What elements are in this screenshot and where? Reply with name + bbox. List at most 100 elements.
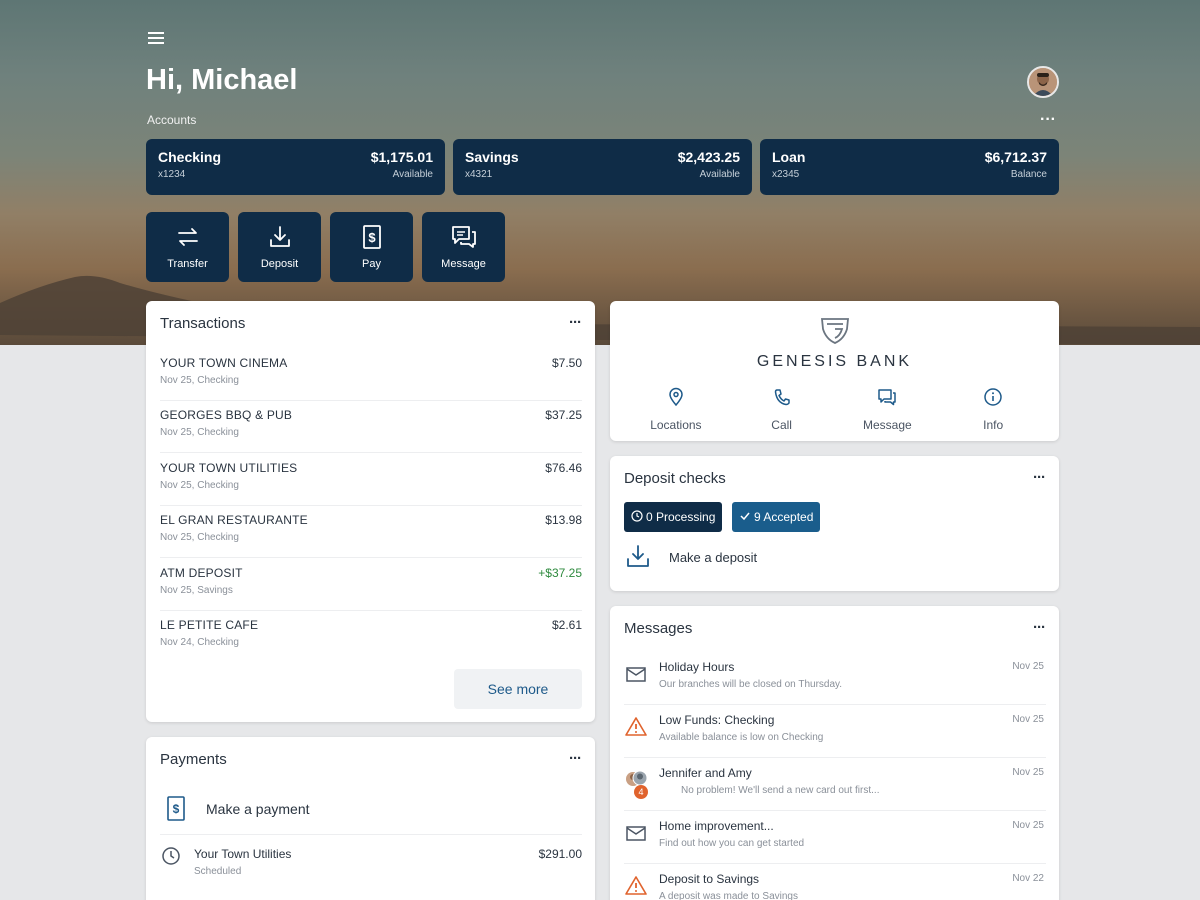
transaction-meta: Nov 25, Checking bbox=[160, 532, 239, 543]
processing-badge[interactable]: 0 Processing bbox=[624, 502, 723, 533]
message-button[interactable]: Message bbox=[422, 212, 505, 282]
transaction-name: ATM DEPOSIT bbox=[160, 566, 243, 580]
pay-button[interactable]: $ Pay bbox=[330, 212, 413, 282]
transaction-amount: $76.46 bbox=[545, 461, 582, 475]
envelope-icon bbox=[626, 826, 646, 841]
warning-icon bbox=[625, 876, 647, 895]
account-amount: $1,175.01 bbox=[370, 149, 433, 165]
transactions-title: Transactions bbox=[160, 315, 246, 332]
transaction-amount: $7.50 bbox=[551, 356, 582, 370]
message-date: Nov 25 bbox=[1012, 767, 1044, 778]
check-icon bbox=[739, 503, 751, 533]
transaction-name: LE PETITE CAFE bbox=[160, 618, 259, 632]
payments-more-icon[interactable]: ··· bbox=[569, 750, 582, 767]
message-row[interactable]: 4 Jennifer and Amy No problem! We'll sen… bbox=[624, 758, 1046, 811]
payment-name: Your Town Utilities bbox=[194, 847, 292, 861]
transaction-meta: Nov 25, Checking bbox=[160, 427, 239, 438]
account-card-loan[interactable]: Loan x2345 $6,712.37 Balance bbox=[760, 139, 1059, 195]
profile-avatar[interactable] bbox=[1027, 66, 1059, 98]
transaction-name: GEORGES BBQ & PUB bbox=[160, 408, 293, 422]
transactions-more-icon[interactable]: ··· bbox=[569, 314, 582, 331]
account-amount: $6,712.37 bbox=[984, 149, 1047, 165]
account-amount: $2,423.25 bbox=[677, 149, 740, 165]
payments-title: Payments bbox=[160, 751, 227, 768]
pay-icon: $ bbox=[362, 225, 381, 249]
message-date: Nov 22 bbox=[1012, 873, 1044, 884]
processing-label: 0 Processing bbox=[646, 510, 716, 524]
hamburger-menu-icon[interactable] bbox=[148, 30, 164, 46]
account-card-savings[interactable]: Savings x4321 $2,423.25 Available bbox=[453, 139, 752, 195]
message-date: Nov 25 bbox=[1012, 714, 1044, 725]
svg-text:$: $ bbox=[173, 802, 180, 816]
transaction-row[interactable]: YOUR TOWN UTILITIES Nov 25, Checking $76… bbox=[160, 454, 582, 506]
message-title: Home improvement... bbox=[659, 819, 774, 833]
info-icon bbox=[984, 388, 1002, 406]
clock-icon bbox=[631, 503, 643, 533]
messages-card: Messages ··· Holiday Hours Our branches … bbox=[610, 606, 1059, 900]
transaction-row[interactable]: GEORGES BBQ & PUB Nov 25, Checking $37.2… bbox=[160, 401, 582, 453]
message-row[interactable]: Low Funds: Checking Available balance is… bbox=[624, 705, 1046, 758]
transaction-amount: $13.98 bbox=[545, 513, 582, 527]
transaction-row[interactable]: LE PETITE CAFE Nov 24, Checking $2.61 bbox=[160, 611, 582, 663]
message-row[interactable]: Home improvement... Find out how you can… bbox=[624, 811, 1046, 864]
see-more-button[interactable]: See more bbox=[454, 669, 582, 709]
accepted-label: 9 Accepted bbox=[754, 510, 814, 524]
account-amount-label: Balance bbox=[1010, 169, 1047, 180]
transaction-amount: $2.61 bbox=[551, 618, 582, 632]
message-link[interactable]: Message bbox=[842, 387, 932, 432]
transaction-name: YOUR TOWN UTILITIES bbox=[160, 461, 298, 475]
messages-more-icon[interactable]: ··· bbox=[1033, 619, 1046, 636]
transfer-button[interactable]: Transfer bbox=[146, 212, 229, 282]
account-amount-label: Available bbox=[392, 169, 433, 180]
message-date: Nov 25 bbox=[1012, 820, 1044, 831]
accounts-label: Accounts bbox=[147, 113, 197, 127]
account-number: x2345 bbox=[772, 169, 800, 180]
accepted-badge[interactable]: 9 Accepted bbox=[732, 502, 821, 533]
deposit-icon bbox=[269, 226, 290, 247]
deposit-label: Deposit bbox=[260, 258, 299, 270]
account-amount-label: Available bbox=[699, 169, 740, 180]
info-link[interactable]: Info bbox=[948, 387, 1038, 432]
locations-link[interactable]: Locations bbox=[631, 387, 721, 432]
message-label: Message bbox=[863, 418, 912, 432]
call-label: Call bbox=[771, 418, 792, 432]
account-card-checking[interactable]: Checking x1234 $1,175.01 Available bbox=[146, 139, 445, 195]
make-deposit-row[interactable]: Make a deposit bbox=[624, 544, 1046, 574]
deposit-checks-more-icon[interactable]: ··· bbox=[1033, 469, 1046, 486]
transaction-row[interactable]: ATM DEPOSIT Nov 25, Savings +$37.25 bbox=[160, 559, 582, 611]
envelope-icon bbox=[626, 667, 646, 682]
message-title: Low Funds: Checking bbox=[659, 713, 775, 727]
unread-count-badge: 4 bbox=[634, 785, 648, 799]
chat-icon bbox=[878, 389, 897, 406]
deposit-icon bbox=[627, 545, 649, 567]
call-link[interactable]: Call bbox=[737, 387, 827, 432]
transaction-name: YOUR TOWN CINEMA bbox=[160, 356, 288, 370]
deposit-checks-card: Deposit checks ··· 0 Processing 9 Accept… bbox=[610, 456, 1059, 591]
transaction-name: EL GRAN RESTAURANTE bbox=[160, 513, 308, 527]
accounts-more-icon[interactable]: ··· bbox=[1040, 111, 1056, 129]
bank-links: Locations Call Message Info bbox=[610, 387, 1059, 432]
bank-name: GENESIS BANK bbox=[756, 353, 913, 370]
message-row[interactable]: Deposit to Savings A deposit was made to… bbox=[624, 864, 1046, 900]
greeting-title: Hi, Michael bbox=[146, 64, 298, 96]
message-preview: No problem! We'll send a new card out fi… bbox=[681, 785, 880, 796]
clock-icon bbox=[162, 847, 180, 865]
bank-logo-icon bbox=[610, 317, 1059, 350]
transaction-meta: Nov 25, Savings bbox=[160, 585, 233, 596]
locations-label: Locations bbox=[650, 418, 702, 432]
transaction-meta: Nov 25, Checking bbox=[160, 480, 239, 491]
message-preview: Available balance is low on Checking bbox=[659, 732, 824, 743]
transaction-row[interactable]: EL GRAN RESTAURANTE Nov 25, Checking $13… bbox=[160, 506, 582, 558]
pay-label: Pay bbox=[362, 258, 381, 270]
transaction-row[interactable]: YOUR TOWN CINEMA Nov 25, Checking $7.50 bbox=[160, 349, 582, 401]
deposit-button[interactable]: Deposit bbox=[238, 212, 321, 282]
deposit-checks-title: Deposit checks bbox=[624, 470, 726, 487]
message-preview: A deposit was made to Savings bbox=[659, 891, 798, 900]
make-payment-row[interactable]: $ Make a payment bbox=[160, 789, 582, 835]
message-title: Holiday Hours bbox=[659, 660, 735, 674]
message-date: Nov 25 bbox=[1012, 661, 1044, 672]
payment-row[interactable]: Your Town Utilities Scheduled $291.00 bbox=[160, 837, 582, 889]
phone-icon bbox=[774, 389, 790, 406]
message-row[interactable]: Holiday Hours Our branches will be close… bbox=[624, 652, 1046, 705]
message-title: Jennifer and Amy bbox=[659, 766, 752, 780]
